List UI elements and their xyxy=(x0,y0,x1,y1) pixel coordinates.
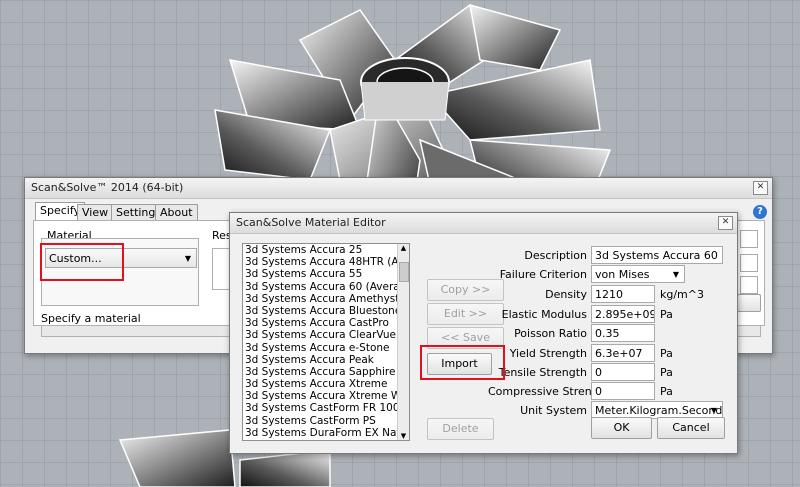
right-field-3[interactable] xyxy=(740,276,758,294)
tensile-strength-field[interactable]: 0 xyxy=(591,363,655,381)
material-list-item[interactable]: 3d Systems Accura Xtreme White 20 xyxy=(243,390,409,402)
material-list-item[interactable]: 3d Systems CastForm FR 100 xyxy=(243,402,409,414)
status-text: Specify a material xyxy=(41,312,141,325)
poisson-ratio-field[interactable]: 0.35 xyxy=(591,324,655,342)
description-field[interactable]: 3d Systems Accura 60 (Averag xyxy=(591,246,723,264)
elastic-modulus-unit: Pa xyxy=(660,308,673,321)
tab-view[interactable]: View xyxy=(77,204,114,221)
right-button[interactable] xyxy=(737,294,761,312)
material-list-item[interactable]: 3d Systems DuraForm Flex (Sintered xyxy=(243,439,409,440)
compressive-strength-label: Compressive Strength xyxy=(488,385,611,398)
editor-titlebar[interactable]: Scan&Solve Material Editor ✕ xyxy=(230,213,737,234)
editor-close-icon[interactable]: ✕ xyxy=(718,216,733,230)
material-list-item[interactable]: 3d Systems Accura Xtreme xyxy=(243,378,409,390)
scroll-thumb[interactable] xyxy=(399,262,409,282)
main-window-titlebar[interactable]: Scan&Solve™ 2014 (64-bit) ✕ xyxy=(25,178,772,199)
material-list-item[interactable]: 3d Systems Accura Bluestone (Avera xyxy=(243,305,409,317)
chevron-down-icon: ▼ xyxy=(672,270,679,279)
main-window-close-icon[interactable]: ✕ xyxy=(753,181,768,195)
delete-button[interactable]: Delete xyxy=(427,418,494,440)
tab-about[interactable]: About xyxy=(155,204,198,221)
list-scrollbar[interactable]: ▲ ▼ xyxy=(397,244,409,440)
scroll-down-icon[interactable]: ▼ xyxy=(398,432,409,440)
tensile-strength-unit: Pa xyxy=(660,366,673,379)
material-list-item[interactable]: 3d Systems Accura CastPro xyxy=(243,317,409,329)
material-list-item[interactable]: 3d Systems DuraForm EX Natural/Bla xyxy=(243,427,409,439)
right-field-2[interactable] xyxy=(740,254,758,272)
description-label: Description xyxy=(524,249,587,262)
material-list-item[interactable]: 3d Systems Accura Peak xyxy=(243,354,409,366)
scroll-up-icon[interactable]: ▲ xyxy=(398,244,409,252)
right-field-1[interactable] xyxy=(740,230,758,248)
material-list-item[interactable]: 3d Systems Accura 25 xyxy=(243,244,409,256)
yield-strength-field[interactable]: 6.3e+07 xyxy=(591,344,655,362)
editor-title: Scan&Solve Material Editor xyxy=(236,216,386,229)
compressive-strength-field[interactable]: 0 xyxy=(591,382,655,400)
density-unit: kg/m^3 xyxy=(660,288,704,301)
failure-criterion-dropdown[interactable]: von Mises ▼ xyxy=(591,265,685,283)
chevron-down-icon: ▼ xyxy=(184,254,191,263)
failure-criterion-label: Failure Criterion xyxy=(499,268,587,281)
density-label: Density xyxy=(545,288,587,301)
material-list-item[interactable]: 3d Systems Accura 60 (Average) xyxy=(243,281,409,293)
material-list-item[interactable]: 3d Systems Accura 55 xyxy=(243,268,409,280)
main-window-title: Scan&Solve™ 2014 (64-bit) xyxy=(31,181,184,194)
elastic-modulus-field[interactable]: 2.895e+09 xyxy=(591,305,655,323)
material-list-item[interactable]: 3d Systems Accura 48HTR (Average xyxy=(243,256,409,268)
material-list-item[interactable]: 3d Systems Accura Amethyst xyxy=(243,293,409,305)
poisson-ratio-label: Poisson Ratio xyxy=(514,327,587,340)
material-list-item[interactable]: 3d Systems Accura Sapphire xyxy=(243,366,409,378)
elastic-modulus-label: Elastic Modulus xyxy=(501,308,587,321)
compressive-strength-unit: Pa xyxy=(660,385,673,398)
help-icon[interactable]: ? xyxy=(753,205,767,219)
material-list-item[interactable]: 3d Systems Accura e-Stone xyxy=(243,342,409,354)
density-field[interactable]: 1210 xyxy=(591,285,655,303)
material-list-item[interactable]: 3d Systems Accura ClearVue xyxy=(243,329,409,341)
material-list-item[interactable]: 3d Systems CastForm PS xyxy=(243,415,409,427)
import-button-highlight xyxy=(420,345,505,380)
ok-button[interactable]: OK xyxy=(591,417,652,439)
yield-strength-unit: Pa xyxy=(660,347,673,360)
cancel-button[interactable]: Cancel xyxy=(657,417,725,439)
material-dropdown-highlight xyxy=(40,243,124,281)
material-list[interactable]: 3d Systems Accura 25 3d Systems Accura 48… xyxy=(242,243,410,441)
unit-system-label: Unit System xyxy=(520,404,587,417)
